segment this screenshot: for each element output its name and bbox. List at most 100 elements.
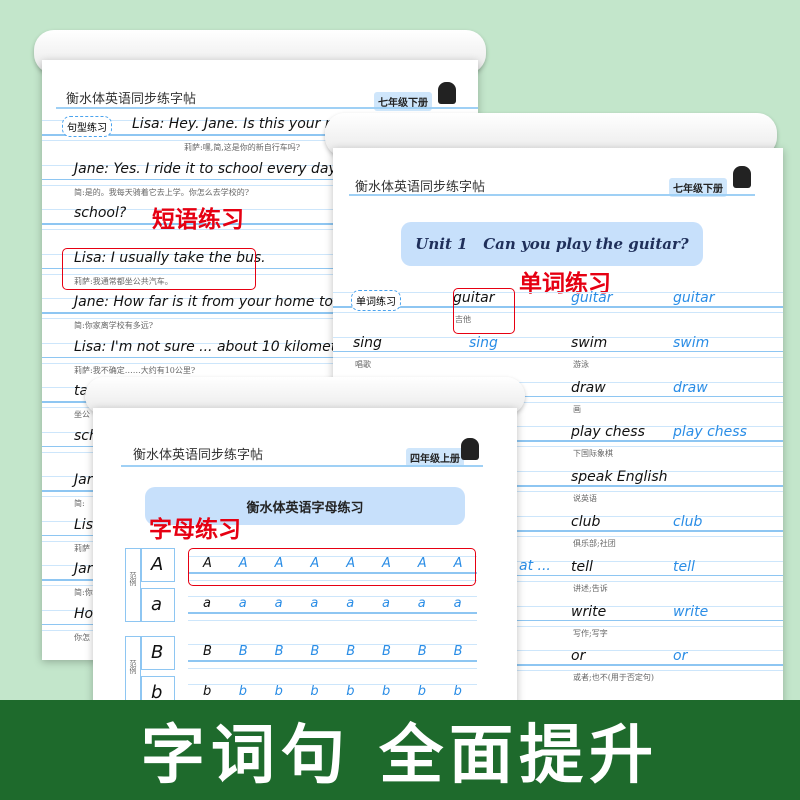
letter-copy: a (203, 596, 211, 611)
word-copy: or (673, 648, 688, 665)
letter-copy: b (346, 684, 355, 699)
word-copy: swim (673, 334, 710, 351)
word-translation: 俱乐部;社团 (573, 539, 616, 548)
word-translation: 写作;写字 (573, 628, 608, 638)
sentence-text: Lisa: Hey. Jane. Is this your new (132, 116, 354, 132)
partial-phrase: at ... (519, 558, 551, 574)
word-copy: play chess (673, 424, 747, 441)
reading-person-icon (438, 82, 456, 104)
letter-copy: b (417, 684, 427, 699)
word-translation: 说英语 (573, 494, 597, 504)
letter-copy: a (238, 596, 247, 611)
example-label: 范例 (129, 572, 137, 586)
letter-practice-label: 字母练习 (149, 517, 241, 543)
letter-copy: B (382, 644, 391, 659)
guide-line (333, 356, 783, 358)
book-title: 衡水体英语同步练字帖 (66, 92, 197, 107)
highlight-box (453, 288, 515, 334)
sentence-translation: 简: (74, 499, 85, 508)
letter-copy: b (453, 684, 462, 699)
guide-line (333, 312, 783, 313)
sentence-translation: 简:你 (74, 588, 93, 597)
letter-copy: a (382, 596, 390, 611)
word-practice-tag: 单词练习 (351, 290, 401, 311)
letter-copy: B (238, 644, 248, 659)
header-line (56, 107, 478, 109)
letter-copy: a (417, 596, 426, 611)
word-copy: guitar (673, 290, 715, 306)
guide-line (188, 596, 477, 597)
word-text: club (571, 514, 601, 530)
book-title: 衡水体英语同步练字帖 (355, 180, 486, 195)
letter-copy: B (310, 644, 320, 659)
word-copy: write (673, 603, 709, 620)
letters-title-text: 衡水体英语字母练习 (246, 500, 364, 516)
sentence-translation: 简:你家离学校有多远? (74, 321, 153, 330)
baseline (188, 660, 477, 662)
letter-copy: b (203, 684, 212, 699)
guide-line (188, 620, 477, 621)
sentence-text: Jar (74, 561, 93, 577)
letter-copy: b (382, 684, 391, 699)
word-text: tell (571, 558, 593, 575)
banner-text: 字词句 全面提升 (140, 719, 660, 793)
letter-copy: a (453, 596, 462, 611)
sentence-text: Jane: Yes. I ride it to school every day… (74, 160, 356, 177)
word-text: swim (571, 334, 608, 351)
letter-copy: b (310, 684, 319, 699)
word-translation: 下国际象棋 (573, 449, 613, 459)
guide-line (333, 336, 783, 338)
unit-title-text: Unit 1 Can you play the guitar? (415, 235, 689, 253)
baseline (188, 612, 477, 614)
header-line (121, 465, 483, 467)
guide-line (188, 668, 477, 669)
word-translation: 唱歌 (355, 359, 371, 369)
letter-copy: B (417, 644, 427, 659)
word-translation: 画 (573, 404, 581, 414)
sentence-text: Jane: How far is it from your home to sc… (74, 294, 362, 310)
word-copy: draw (673, 379, 708, 396)
letter-copy: B (346, 644, 356, 659)
word-translation: 或者;也不(用于否定句) (573, 673, 654, 683)
guide-line (188, 684, 477, 685)
unit-title: Unit 1 Can you play the guitar? (401, 222, 703, 266)
baseline (333, 350, 783, 353)
word-text: sing (353, 334, 382, 351)
sentence-translation: 莉萨:嘿,简,这是你的新自行车吗? (184, 143, 301, 152)
letter-copy: b (238, 684, 248, 699)
sentence-translation: 莉萨:我不确定……大约有10公里? (74, 365, 196, 375)
sentence-text: school? (74, 205, 127, 221)
word-text: or (571, 648, 586, 665)
highlight-box (62, 248, 256, 290)
guide-line (188, 644, 477, 645)
example-letter: A (151, 554, 164, 575)
example-label: 范例 (129, 660, 137, 674)
sentence-translation: 你怎 (74, 632, 90, 642)
example-letter: B (151, 642, 164, 663)
guide-line (333, 292, 783, 293)
sentence-practice-tag: 句型练习 (62, 116, 112, 137)
header-line (349, 194, 755, 196)
highlight-box (188, 548, 476, 586)
promo-banner: 字词句 全面提升 (0, 700, 800, 800)
copybook-page-letters: 衡水体英语同步练字帖 四年级上册 衡水体英语字母练习 字母练习 A 范例 A A A A A… (93, 408, 517, 708)
sentence-text: Jar (74, 472, 93, 488)
word-text: play chess (571, 424, 645, 441)
word-copy: club (673, 514, 703, 530)
sentence-translation: 莉萨 (74, 543, 90, 553)
letter-copy: b (274, 684, 283, 699)
book-title: 衡水体英语同步练字帖 (133, 448, 264, 463)
letter-copy: B (203, 644, 212, 659)
letter-copy: B (453, 644, 463, 659)
word-translation: 游泳 (573, 359, 589, 369)
letter-copy: a (346, 596, 355, 611)
reading-person-icon (461, 438, 479, 460)
letter-copy: B (274, 644, 284, 659)
phrase-practice-label: 短语练习 (152, 207, 244, 233)
word-text: speak English (571, 469, 668, 486)
letter-copy: a (274, 596, 283, 611)
word-translation: 讲述;告诉 (573, 583, 608, 593)
sentence-translation: 简:是的。我每天骑着它去上学。你怎么去学校的? (74, 187, 249, 197)
letter-copy: a (310, 596, 319, 611)
word-text: write (571, 603, 607, 620)
